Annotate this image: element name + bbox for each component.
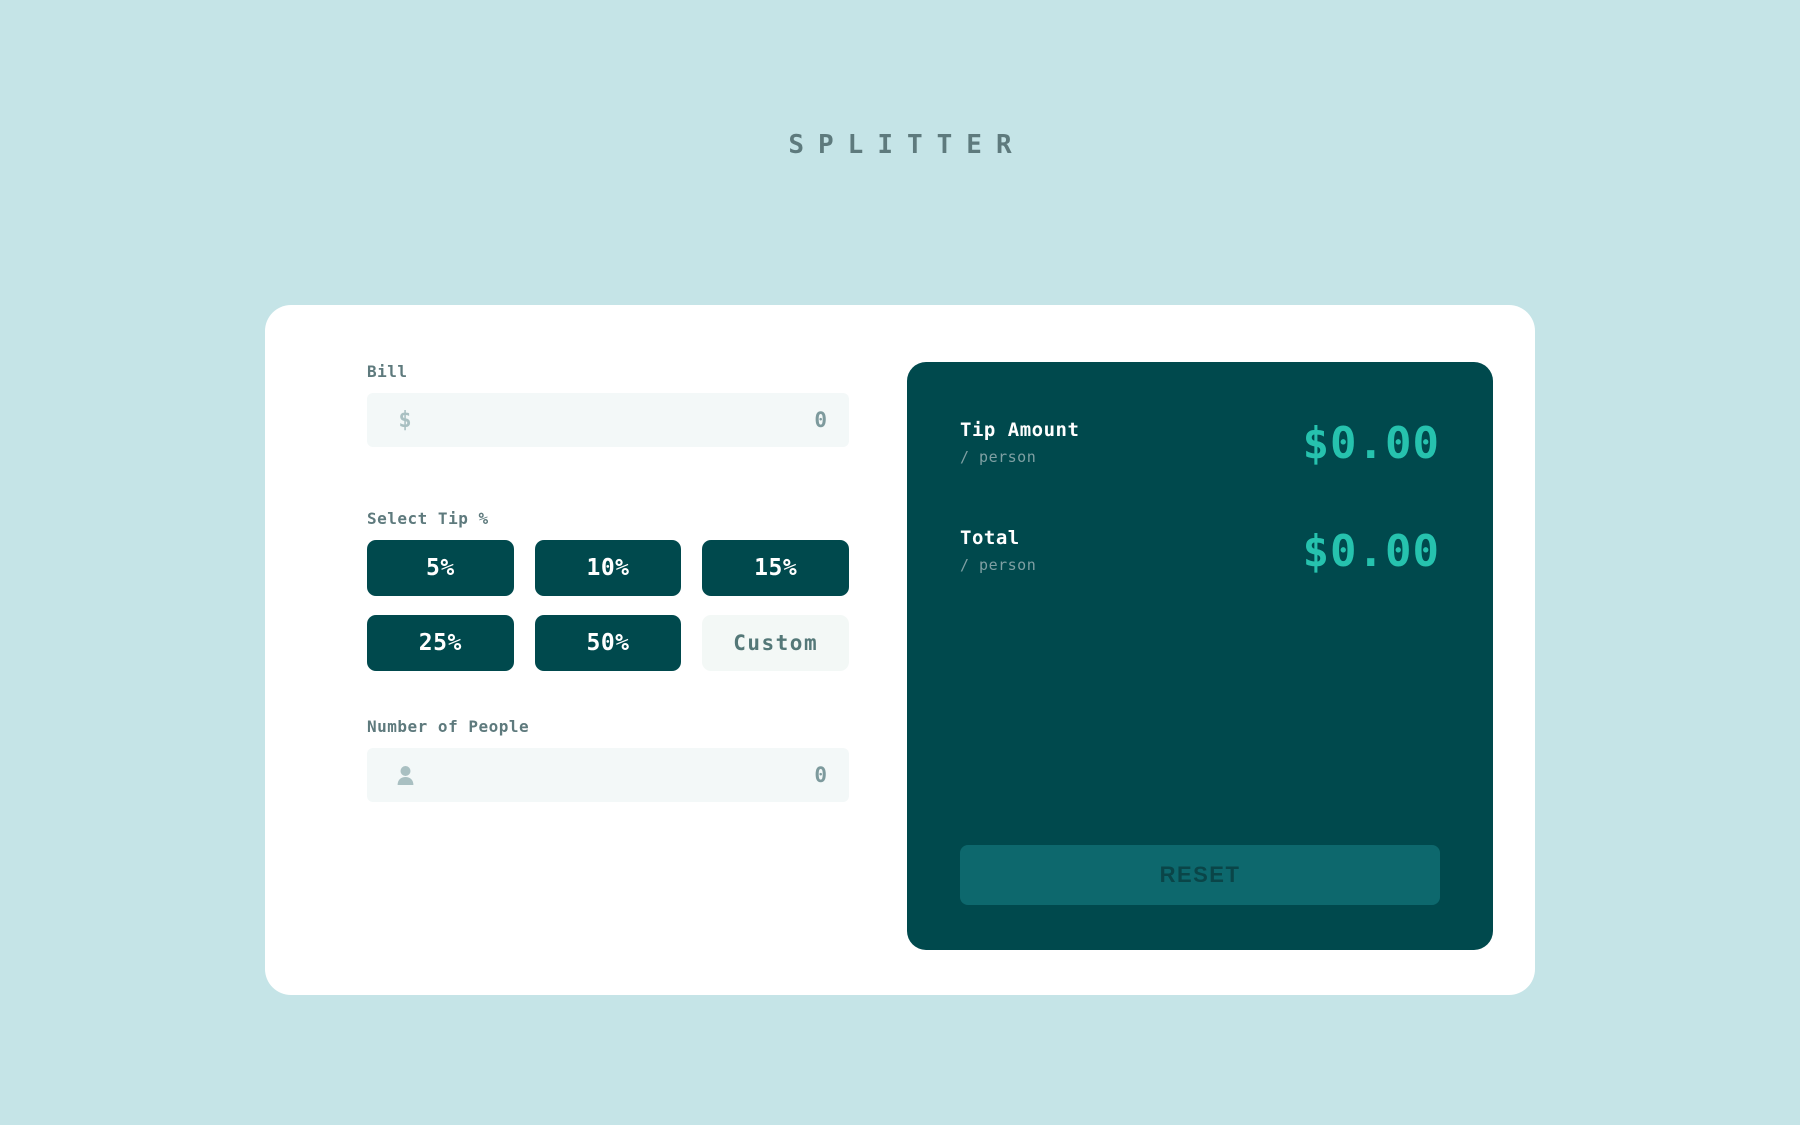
bill-input[interactable]: $ 0 xyxy=(367,393,849,447)
result-labels: Tip Amount / person xyxy=(960,417,1079,469)
reset-button[interactable]: RESET xyxy=(960,845,1440,905)
tip-option-25[interactable]: 25% xyxy=(367,615,514,671)
result-row-total: Total / person $0.00 xyxy=(960,525,1440,577)
tip-option-custom[interactable]: Custom xyxy=(702,615,849,671)
tip-option-5[interactable]: 5% xyxy=(367,540,514,596)
result-labels: Total / person xyxy=(960,525,1036,577)
people-input[interactable]: 0 xyxy=(367,748,849,802)
dollar-icon: $ xyxy=(398,407,412,433)
app-logo: SPLITTER xyxy=(788,130,1026,160)
tip-label: Select Tip % xyxy=(367,509,489,528)
tip-option-15[interactable]: 15% xyxy=(702,540,849,596)
tip-amount-value: $0.00 xyxy=(1302,417,1440,469)
tip-option-50[interactable]: 50% xyxy=(534,615,682,671)
people-label: Number of People xyxy=(367,717,530,736)
tip-options-grid: 5% 10% 15% 25% 50% Custom xyxy=(367,540,849,671)
bill-label: Bill xyxy=(367,362,408,381)
results-panel: Tip Amount / person $0.00 Total / person… xyxy=(907,362,1493,950)
person-icon xyxy=(395,763,415,787)
results-column: Tip Amount / person $0.00 Total / person… xyxy=(867,350,1493,950)
bill-input-value: 0 xyxy=(814,408,827,432)
total-subtitle: / person xyxy=(960,556,1037,574)
form-column: Bill $ 0 Select Tip % 5% 10% 15% 25% 50%… xyxy=(307,350,867,950)
bill-field-group: Bill $ 0 xyxy=(367,362,849,447)
tip-amount-subtitle: / person xyxy=(960,448,1037,466)
total-value: $0.00 xyxy=(1302,525,1440,577)
people-field-group: Number of People 0 xyxy=(367,717,849,802)
result-row-tip-amount: Tip Amount / person $0.00 xyxy=(960,417,1440,469)
calculator-card: Bill $ 0 Select Tip % 5% 10% 15% 25% 50%… xyxy=(265,305,1535,995)
people-input-value: 0 xyxy=(814,763,827,787)
tip-option-10[interactable]: 10% xyxy=(534,540,682,596)
tip-field-group: Select Tip % 5% 10% 15% 25% 50% Custom xyxy=(367,509,849,671)
tip-amount-title: Tip Amount xyxy=(960,419,1080,441)
total-title: Total xyxy=(960,527,1020,549)
